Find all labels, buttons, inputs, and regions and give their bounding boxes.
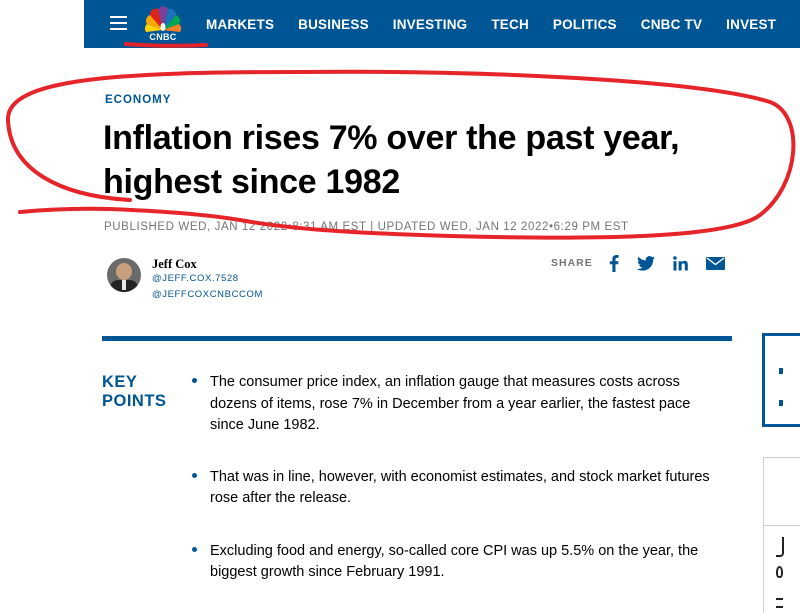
published-timestamp: PUBLISHED WED, JAN 12 2022•8:31 AM EST |… bbox=[104, 221, 629, 233]
cnbc-logo[interactable]: CNBC bbox=[141, 4, 185, 42]
sidebar-text-fragment bbox=[776, 566, 783, 578]
nav-link-business[interactable]: BUSINESS bbox=[298, 17, 369, 32]
facebook-icon[interactable] bbox=[609, 254, 619, 272]
nav-link-markets[interactable]: MARKETS bbox=[206, 17, 274, 32]
author-name[interactable]: Jeff Cox bbox=[152, 257, 197, 272]
key-point-item: That was in line, however, with economis… bbox=[190, 467, 720, 510]
nav-link-tech[interactable]: TECH bbox=[491, 17, 529, 32]
sidebar-text-fragment bbox=[776, 598, 783, 608]
share-label: SHARE bbox=[551, 257, 593, 269]
email-icon[interactable] bbox=[705, 256, 725, 270]
linkedin-icon[interactable] bbox=[672, 255, 688, 271]
peacock-icon bbox=[144, 6, 182, 32]
logo-wordmark: CNBC bbox=[149, 32, 177, 42]
key-point-item: The consumer price index, an inflation g… bbox=[190, 372, 720, 437]
author-avatar[interactable] bbox=[107, 258, 141, 292]
author-facebook-handle[interactable]: @JEFF.COX.7528 bbox=[152, 273, 239, 284]
nav-link-invest-club[interactable]: INVEST bbox=[726, 17, 776, 32]
key-point-item: Excluding food and energy, so-called cor… bbox=[190, 541, 720, 584]
section-divider bbox=[102, 336, 732, 341]
twitter-icon[interactable] bbox=[636, 255, 655, 271]
author-twitter-handle[interactable]: @JEFFCOXCNBCCOM bbox=[152, 289, 263, 300]
nav-link-investing[interactable]: INVESTING bbox=[393, 17, 468, 32]
key-points-list: The consumer price index, an inflation g… bbox=[190, 372, 720, 584]
share-bar: SHARE bbox=[551, 253, 743, 273]
key-points-title: KEY POINTS bbox=[102, 373, 167, 410]
nav-link-politics[interactable]: POLITICS bbox=[553, 17, 617, 32]
sidebar-card-divider bbox=[763, 525, 800, 526]
top-nav: CNBC MARKETS BUSINESS INVESTING TECH POL… bbox=[84, 0, 800, 48]
nav-links: MARKETS BUSINESS INVESTING TECH POLITICS… bbox=[206, 0, 800, 48]
menu-icon[interactable] bbox=[110, 16, 127, 30]
article-headline: Inflation rises 7% over the past year, h… bbox=[103, 119, 680, 201]
section-label[interactable]: ECONOMY bbox=[105, 94, 171, 106]
sidebar-card-fragment[interactable] bbox=[763, 457, 800, 613]
sidebar-promo-fragment[interactable] bbox=[762, 333, 800, 427]
nav-link-cnbc-tv[interactable]: CNBC TV bbox=[641, 17, 702, 32]
sidebar-text-fragment bbox=[776, 537, 784, 557]
